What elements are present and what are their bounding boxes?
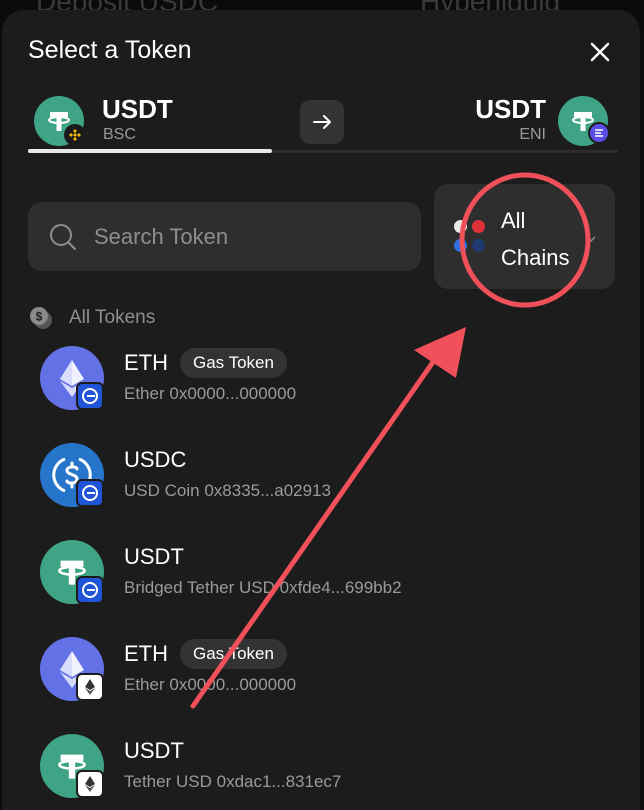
all-chains-label: All Chains bbox=[501, 202, 569, 276]
eni-chain-icon bbox=[588, 122, 610, 144]
token-address: 0xdac1...831ec7 bbox=[216, 772, 342, 791]
ethereum-chain-icon bbox=[76, 770, 104, 798]
from-token-avatar[interactable] bbox=[34, 96, 86, 146]
swap-direction-button[interactable] bbox=[300, 100, 344, 144]
token-name: USD Coin bbox=[124, 481, 200, 500]
from-token-chain: BSC bbox=[103, 126, 136, 143]
gas-token-tag: Gas Token bbox=[180, 639, 287, 669]
token-name-address: Ether 0x0000...000000 bbox=[124, 384, 296, 404]
token-address: 0x8335...a02913 bbox=[204, 481, 331, 500]
token-symbol: ETH bbox=[124, 641, 168, 666]
token-symbol: USDC bbox=[124, 447, 187, 472]
token-name-address: Ether 0x0000...000000 bbox=[124, 675, 296, 695]
token-row[interactable]: USDT Tether USD 0xdac1...831ec7 bbox=[2, 732, 640, 810]
tab-underline-active bbox=[28, 149, 272, 153]
svg-text:$: $ bbox=[36, 310, 43, 324]
chevron-down-icon bbox=[586, 236, 596, 243]
token-symbol: USDT bbox=[124, 738, 184, 763]
token-address: 0x0000...000000 bbox=[169, 675, 297, 694]
all-chains-label-line2: Chains bbox=[501, 245, 570, 270]
eni-chain-icon bbox=[76, 479, 104, 507]
token-row[interactable]: USDT Bridged Tether USD 0xfde4...699bb2 bbox=[2, 538, 640, 635]
eni-chain-icon bbox=[76, 382, 104, 410]
token-address: 0x0000...000000 bbox=[169, 384, 297, 403]
gas-token-tag: Gas Token bbox=[180, 348, 287, 378]
eni-chain-icon bbox=[76, 576, 104, 604]
token-name-address: Tether USD 0xdac1...831ec7 bbox=[124, 772, 341, 792]
token-name-address: USD Coin 0x8335...a02913 bbox=[124, 481, 331, 501]
search-icon bbox=[50, 224, 76, 250]
to-token-chain: ENI bbox=[519, 126, 546, 143]
token-symbol: ETH bbox=[124, 350, 168, 375]
ethereum-chain-icon bbox=[76, 673, 104, 701]
token-pair: USDT BSC USDT ENI bbox=[2, 94, 640, 154]
all-chains-label-line1: All bbox=[501, 208, 526, 233]
token-name: Ether bbox=[124, 675, 165, 694]
all-chains-button[interactable]: All Chains bbox=[434, 184, 615, 289]
token-name: Bridged Tether USD bbox=[124, 578, 275, 597]
modal-title: Select a Token bbox=[28, 36, 192, 64]
token-row[interactable]: USDC USD Coin 0x8335...a02913 bbox=[2, 441, 640, 538]
token-address: 0xfde4...699bb2 bbox=[279, 578, 402, 597]
chain-icon-3 bbox=[454, 239, 467, 252]
to-token-symbol[interactable]: USDT bbox=[475, 94, 546, 125]
select-token-modal: Select a Token USDT BSC USDT ENI Search … bbox=[2, 10, 640, 810]
chain-icon-1 bbox=[454, 220, 467, 233]
token-row[interactable]: ETH Gas Token Ether 0x0000...000000 bbox=[2, 344, 640, 441]
arrow-right-icon bbox=[313, 115, 331, 129]
token-row[interactable]: ETH Gas Token Ether 0x0000...000000 bbox=[2, 635, 640, 732]
to-token-avatar[interactable] bbox=[558, 96, 610, 146]
bsc-chain-icon bbox=[64, 124, 86, 146]
token-name: Ether bbox=[124, 384, 165, 403]
all-tokens-label: All Tokens bbox=[69, 307, 156, 328]
chain-icon-2 bbox=[472, 220, 485, 233]
token-symbol: USDT bbox=[124, 544, 184, 569]
from-token-symbol[interactable]: USDT bbox=[102, 94, 173, 125]
all-tokens-header: $ All Tokens bbox=[28, 304, 155, 332]
chain-icon-4 bbox=[472, 239, 485, 252]
close-icon[interactable] bbox=[588, 40, 612, 64]
token-name: Tether USD bbox=[124, 772, 212, 791]
token-name-address: Bridged Tether USD 0xfde4...699bb2 bbox=[124, 578, 402, 598]
search-box[interactable] bbox=[28, 202, 421, 271]
search-input[interactable] bbox=[94, 202, 404, 271]
coins-icon: $ bbox=[30, 307, 52, 329]
